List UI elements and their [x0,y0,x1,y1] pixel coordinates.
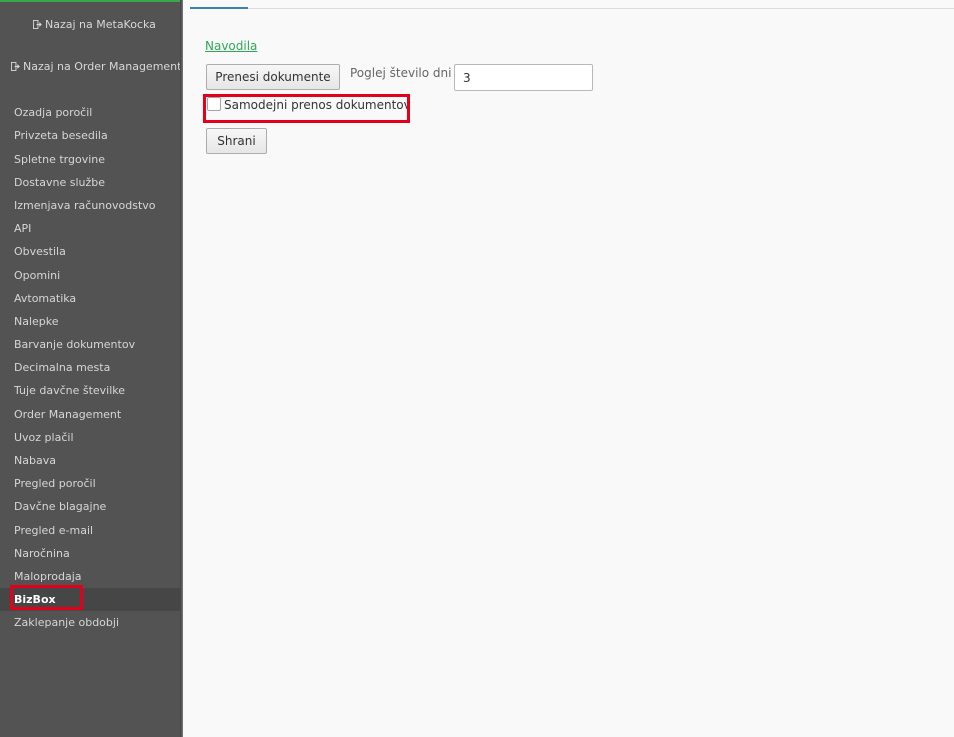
sidebar-edge [180,0,183,737]
sidebar: Nazaj na MetaKocka Nazaj na Order Manage… [0,0,181,737]
auto-transfer-label: Samodejni prenos dokumentov [224,98,411,112]
back-to-metakocka-link[interactable]: Nazaj na MetaKocka [33,18,213,31]
back-to-order-management-label: Nazaj na Order Management [23,60,182,73]
sidebar-item-nalepke[interactable]: Nalepke [0,310,180,333]
sidebar-item-dostavne-sluzbe[interactable]: Dostavne službe [0,171,180,194]
sidebar-item-maloprodaja[interactable]: Maloprodaja [0,565,180,588]
logout-icon [11,62,20,71]
sidebar-item-pregled-porocil[interactable]: Pregled poročil [0,472,180,495]
sidebar-item-pregled-email[interactable]: Pregled e-mail [0,519,180,542]
sidebar-item-privzeta-besedila[interactable]: Privzeta besedila [0,124,180,147]
sidebar-item-ozadja-porocil[interactable]: Ozadja poročil [0,101,180,124]
sidebar-item-decimalna-mesta[interactable]: Decimalna mesta [0,356,180,379]
sidebar-item-narocnina[interactable]: Naročnina [0,542,180,565]
sidebar-item-obvestila[interactable]: Obvestila [0,240,180,263]
sidebar-item-order-management[interactable]: Order Management [0,403,180,426]
back-to-metakocka-label: Nazaj na MetaKocka [45,18,156,31]
sidebar-item-avtomatika[interactable]: Avtomatika [0,287,180,310]
sidebar-item-barvanje-dokumentov[interactable]: Barvanje dokumentov [0,333,180,356]
sidebar-item-uvoz-placil[interactable]: Uvoz plačil [0,426,180,449]
back-to-order-management-link[interactable]: Nazaj na Order Management [11,60,191,73]
sidebar-item-izmenjava-racunovodstvo[interactable]: Izmenjava računovodstvo [0,194,180,217]
auto-transfer-checkbox[interactable] [207,97,221,111]
save-button[interactable]: Shrani [206,128,267,154]
sidebar-item-davcne-blagajne[interactable]: Davčne blagajne [0,495,180,518]
auto-transfer-option[interactable]: Samodejni prenos dokumentov [207,97,411,116]
instructions-link[interactable]: Navodila [205,39,257,53]
sidebar-item-spletne-trgovine[interactable]: Spletne trgovine [0,148,180,171]
sidebar-item-zaklepanje-obdobji[interactable]: Zaklepanje obdobji [0,611,180,634]
top-divider [190,8,954,9]
sidebar-item-nabava[interactable]: Nabava [0,449,180,472]
active-tab-indicator [190,7,248,9]
transfer-documents-button[interactable]: Prenesi dokumente [206,64,340,90]
days-label: Poglej število dni : [350,66,460,80]
sidebar-item-api[interactable]: API [0,217,180,240]
sidebar-item-opomini[interactable]: Opomini [0,264,180,287]
days-input[interactable] [454,64,593,91]
logout-icon [33,20,42,29]
sidebar-item-bizbox[interactable]: BizBox [0,588,180,611]
sidebar-item-tuje-davcne-stevilke[interactable]: Tuje davčne številke [0,379,180,402]
